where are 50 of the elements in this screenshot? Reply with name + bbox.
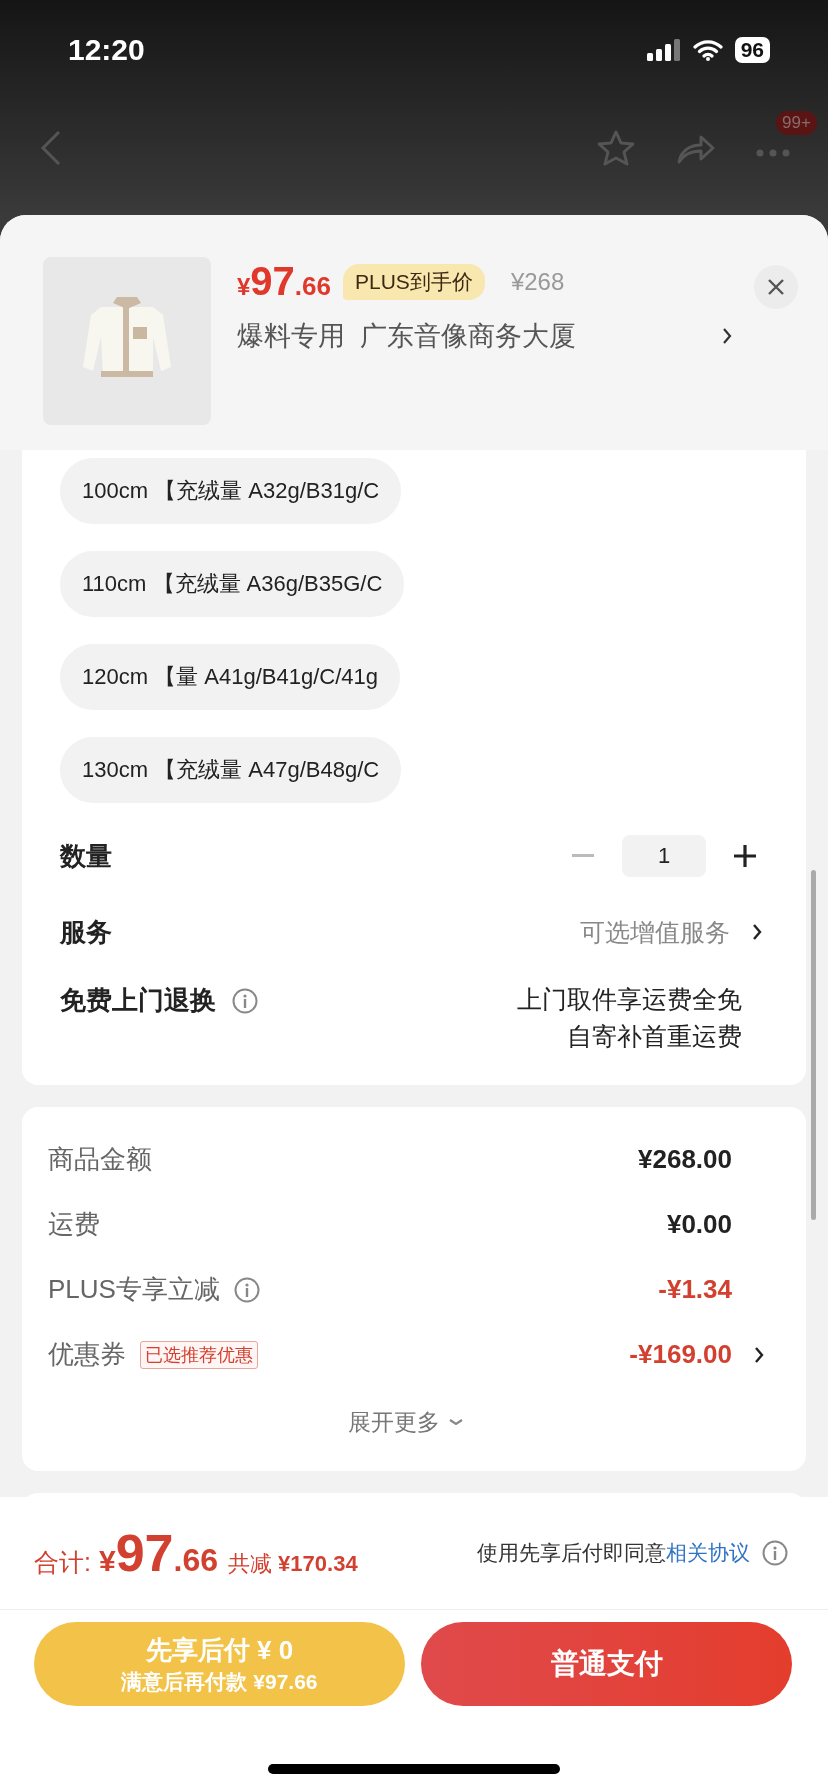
price-tag: PLUS到手价 [343,263,485,300]
quantity-label: 数量 [60,839,112,873]
summary-label: PLUS专享立减 [48,1273,220,1306]
summary-label: 优惠券 [48,1338,126,1371]
agreement-link[interactable]: 相关协议 [666,1541,750,1564]
back-icon[interactable] [40,129,62,166]
info-icon[interactable] [762,1540,788,1566]
notification-badge: 99+ [776,110,817,135]
close-icon [767,278,785,296]
agreement-text: 使用先享后付即同意相关协议 [477,1540,750,1566]
size-option[interactable]: 120cm 【量 A41g/B41g/C/41g [60,644,400,710]
chevron-icon[interactable] [722,327,732,345]
summary-value: ¥0.00 [666,1209,732,1240]
scrollbar[interactable] [811,870,816,1220]
returns-note: 自寄补首重运费 [567,1021,742,1052]
original-price: ¥268 [510,267,565,296]
close-button[interactable] [754,265,798,309]
chevron-down-icon[interactable] [448,1417,464,1427]
expand-link[interactable]: 展开更多 [348,1406,440,1438]
star-icon[interactable] [596,128,636,167]
summary-value: ¥268.00 [638,1144,732,1175]
returns-label: 免费上门退换 [60,984,216,1017]
info-icon[interactable] [232,987,258,1014]
pay-button[interactable]: 普通支付 [421,1622,792,1706]
summary-label: 商品金额 [48,1143,152,1176]
wifi-icon [692,39,723,61]
total-discount: 共减 ¥170.34 [227,1550,358,1578]
signal-icon [646,39,681,61]
summary-value: -¥1.34 [658,1274,732,1305]
service-value[interactable]: 可选增值服务 [580,915,730,949]
summary-label: 运费 [48,1208,100,1241]
more-icon[interactable] [756,148,790,157]
battery-indicator: 96 [734,37,770,63]
returns-note: 上门取件享运费全免 [517,984,742,1015]
info-icon[interactable] [233,1276,260,1303]
size-option[interactable]: 100cm 【充绒量 A32g/B31g/C [60,458,402,524]
quantity-field[interactable]: 1 [622,835,706,877]
size-option[interactable]: 110cm 【充绒量 A36g/B35G/C [60,551,405,617]
chevron-icon[interactable] [754,1345,764,1364]
summary-value: -¥169.00 [629,1339,732,1370]
size-option[interactable]: 130cm 【充绒量 A47g/B48g/C [60,737,402,803]
total-price: ¥97.66 [98,1523,218,1583]
coupon-tag: 已选推荐优惠 [140,1340,258,1369]
plus-icon[interactable] [734,845,756,867]
product-price: ¥97.66 [237,259,331,304]
service-label: 服务 [60,915,112,949]
status-time: 12:20 [68,33,145,67]
total-label: 合计: [34,1547,91,1578]
chevron-icon[interactable] [752,923,762,941]
product-name: 爆料专用 广东音像商务大厦 [237,320,576,353]
